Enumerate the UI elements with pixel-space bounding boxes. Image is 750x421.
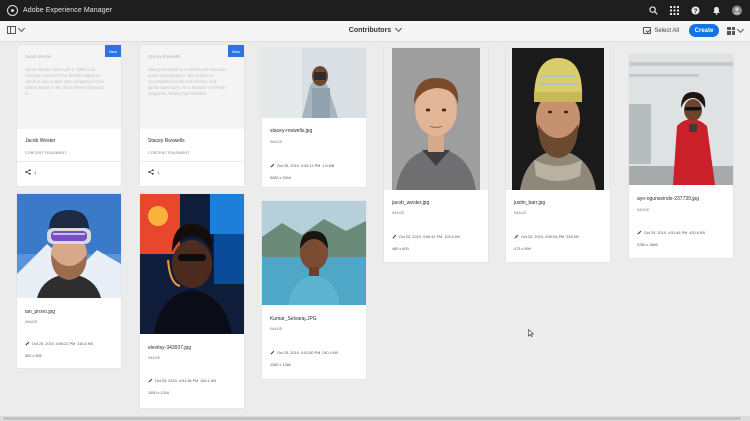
chevron-down-icon [736, 25, 745, 33]
asset-thumbnail [140, 194, 244, 334]
card-type: IMAGE [637, 208, 650, 212]
modified-info: Oct 25, 2019, 4:50:54 PM 228 KB [514, 234, 579, 239]
card-type: CONTENT FRAGMENT [25, 151, 67, 155]
asset-thumbnail [384, 48, 488, 190]
card-title: justin_barr.jpg [514, 200, 546, 206]
create-button[interactable]: Create [689, 24, 719, 37]
card-title: stacey-roswells.jpg [270, 128, 313, 134]
image-dimensions: 1000 x 1244 [148, 391, 169, 395]
modified-info: Oct 25, 2019, 4:49:13 PM 1.6 MB [270, 163, 334, 168]
pencil-icon [270, 163, 275, 168]
bell-icon[interactable] [711, 6, 721, 16]
modified-info: Oct 25, 2019, 4:51:38 PM 160.1 KB [148, 378, 216, 383]
asset-card[interactable]: jacob_wester.jpg IMAGE Oct 25, 2019, 4:5… [384, 48, 488, 262]
pencil-icon [148, 378, 153, 383]
asset-thumbnail [17, 194, 121, 298]
asset-thumbnail [262, 48, 366, 118]
card-title: jacob_wester.jpg [392, 200, 430, 206]
card-title: Jacob Wester [25, 138, 56, 144]
modified-info: Oct 25, 2019, 4:50:22 PM 245.5 KB [25, 341, 93, 346]
image-dimensions: 552 x 552 [25, 354, 42, 358]
horizontal-scrollbar[interactable] [0, 416, 750, 421]
asset-card[interactable]: Kumar_Selvaraj.JPG IMAGE Oct 25, 2019, 4… [262, 201, 366, 379]
shell-header: Adobe Experience Manager ? [0, 0, 750, 21]
card-type: IMAGE [392, 211, 405, 215]
new-badge: New [228, 45, 244, 57]
image-dimensions: 473 x 599 [514, 247, 531, 251]
card-type: IMAGE [270, 327, 283, 331]
pencil-icon [637, 230, 642, 235]
card-divider [140, 161, 244, 162]
app-title[interactable]: Adobe Experience Manager [23, 7, 112, 14]
card-title: Kumar_Selvaraj.JPG [270, 316, 317, 322]
image-dimensions: 480 x 600 [392, 247, 409, 251]
modified-info: Oct 25, 2019, 4:51:46 PM 430.8 KB [637, 230, 705, 235]
svg-text:?: ? [693, 8, 697, 15]
view-switcher[interactable] [727, 25, 745, 35]
card-type: IMAGE [148, 356, 161, 360]
action-bar: Contributors Select All Create [0, 21, 750, 42]
pencil-icon [270, 350, 275, 355]
user-avatar[interactable] [732, 5, 742, 16]
share-icon [25, 169, 31, 175]
card-title: elevitsy-343937.jpg [148, 345, 192, 351]
card-type: IMAGE [25, 320, 38, 324]
card-title: Stacey Roswells [148, 138, 185, 144]
asset-card[interactable]: ian_provo.jpg IMAGE Oct 25, 2019, 4:50:2… [17, 194, 121, 368]
select-all-button[interactable]: Select All [643, 27, 679, 34]
fragment-preview-text: Stacey Roswells is a well known American… [148, 67, 227, 96]
card-type: IMAGE [514, 211, 527, 215]
card-title: ian_provo.jpg [25, 309, 56, 315]
fragment-preview-heading: Jacob Wester [25, 54, 52, 59]
asset-card[interactable]: justin_barr.jpg IMAGE Oct 25, 2019, 4:50… [506, 48, 610, 262]
fragment-preview-text: Jacob Wester, born April 1, 1990 is an A… [25, 67, 105, 96]
pencil-icon [25, 341, 30, 346]
chevron-down-icon [395, 24, 403, 33]
apps-grid-icon[interactable] [669, 6, 679, 16]
pencil-icon [514, 234, 519, 239]
new-badge: New [105, 45, 121, 57]
help-icon[interactable]: ? [690, 6, 700, 16]
asset-thumbnail [506, 48, 610, 190]
references-count: 1 [148, 169, 159, 175]
asset-thumbnail [629, 54, 733, 185]
asset-thumbnail [262, 201, 366, 305]
card-view-icon [727, 26, 735, 35]
aem-logo-icon[interactable] [7, 5, 18, 16]
modified-info: Oct 25, 2019, 4:50:41 PM 103.5 KB [392, 234, 460, 239]
card-type: IMAGE [270, 140, 283, 144]
fragment-preview-heading: Stacey Roswells [148, 54, 181, 59]
card-divider [17, 161, 121, 162]
asset-card[interactable]: stacey-roswells.jpg IMAGE Oct 25, 2019, … [262, 48, 366, 187]
content-fragment-card[interactable]: Stacey Roswells Stacey Roswells is a wel… [140, 45, 244, 186]
select-all-icon [643, 27, 652, 34]
references-count: 1 [25, 169, 36, 175]
card-title: ayo-ogunseinde-237739.jpg [637, 196, 699, 202]
scrollbar-thumb[interactable] [3, 417, 741, 420]
pencil-icon [392, 234, 397, 239]
image-dimensions: 5280 x 3344 [270, 176, 291, 180]
image-dimensions: 3780 x 3840 [637, 243, 658, 247]
breadcrumb-label: Contributors [348, 27, 392, 34]
breadcrumb[interactable]: Contributors [0, 24, 750, 34]
image-dimensions: 1280 x 1280 [270, 363, 291, 367]
mouse-cursor-icon [528, 329, 534, 337]
card-type: CONTENT FRAGMENT [148, 151, 190, 155]
modified-info: Oct 25, 2019, 4:51:50 PM 240.4 KB [270, 350, 338, 355]
search-icon[interactable] [648, 6, 658, 16]
content-fragment-card[interactable]: Jacob Wester Jacob Wester, born April 1,… [17, 45, 121, 186]
select-all-label: Select All [654, 27, 679, 34]
share-icon [148, 169, 154, 175]
asset-card[interactable]: ayo-ogunseinde-237739.jpg IMAGE Oct 25, … [629, 54, 733, 258]
asset-card[interactable]: elevitsy-343937.jpg IMAGE Oct 25, 2019, … [140, 194, 244, 408]
